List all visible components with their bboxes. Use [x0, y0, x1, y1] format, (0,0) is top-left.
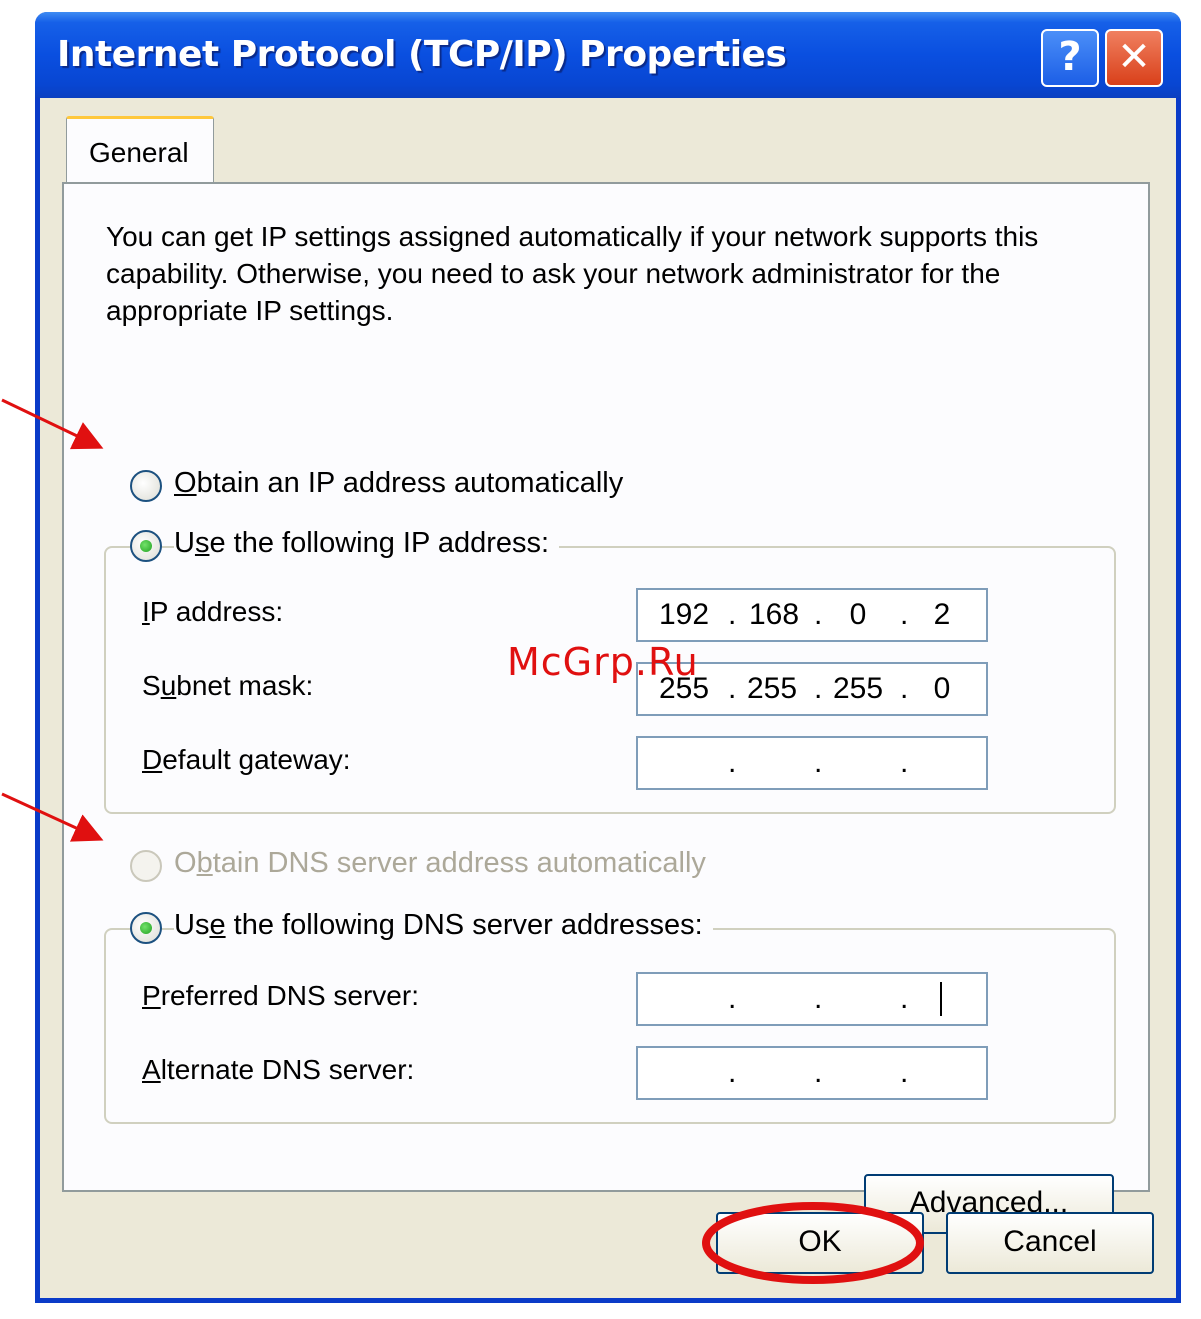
preferred-dns-label: Preferred DNS server:	[142, 980, 419, 1011]
obtain-dns-auto-label[interactable]: Obtain DNS server address automatically	[174, 847, 716, 880]
use-following-ip-label[interactable]: Use the following IP address:	[174, 527, 560, 560]
subnet-mask-label: Subnet mask:	[142, 670, 314, 701]
obtain-ip-auto-radio[interactable]	[130, 470, 162, 502]
general-tab-panel: You can get IP settings assigned automat…	[62, 182, 1150, 1234]
ok-button[interactable]: OK	[716, 1212, 924, 1274]
tab-general[interactable]: General	[66, 116, 214, 182]
title-bar[interactable]: Internet Protocol (TCP/IP) Properties ? …	[35, 12, 1181, 98]
window-title: Internet Protocol (TCP/IP) Properties	[57, 34, 787, 75]
dialog-body: General You can get IP settings assigned…	[40, 98, 1176, 1298]
intro-text: You can get IP settings assigned automat…	[106, 221, 1039, 326]
tab-general-label: General	[89, 137, 189, 168]
close-icon: ✕	[1117, 34, 1151, 80]
help-button[interactable]: ?	[1041, 29, 1099, 87]
ip-address-label: IP address:	[142, 596, 284, 627]
alternate-dns-label: Alternate DNS server:	[142, 1054, 415, 1085]
text-caret	[940, 982, 942, 1016]
cancel-button[interactable]: Cancel	[946, 1212, 1154, 1274]
obtain-ip-auto-label[interactable]: Obtain an IP address automatically	[174, 467, 634, 500]
preferred-dns-input[interactable]: . . .	[636, 972, 988, 1026]
ip-address-input[interactable]: 192 . 168 . 0 . 2	[636, 588, 988, 642]
use-following-ip-radio[interactable]	[130, 530, 162, 562]
default-gateway-input[interactable]: . . .	[636, 736, 988, 790]
use-following-dns-label[interactable]: Use the following DNS server addresses:	[174, 909, 713, 942]
obtain-dns-auto-radio[interactable]	[130, 850, 162, 882]
use-following-dns-radio[interactable]	[130, 912, 162, 944]
default-gateway-label: Default gateway:	[142, 744, 351, 775]
help-icon: ?	[1058, 34, 1082, 80]
alternate-dns-input[interactable]: . . .	[636, 1046, 988, 1100]
watermark: McGrp.Ru	[507, 640, 699, 684]
close-button[interactable]: ✕	[1105, 29, 1163, 87]
